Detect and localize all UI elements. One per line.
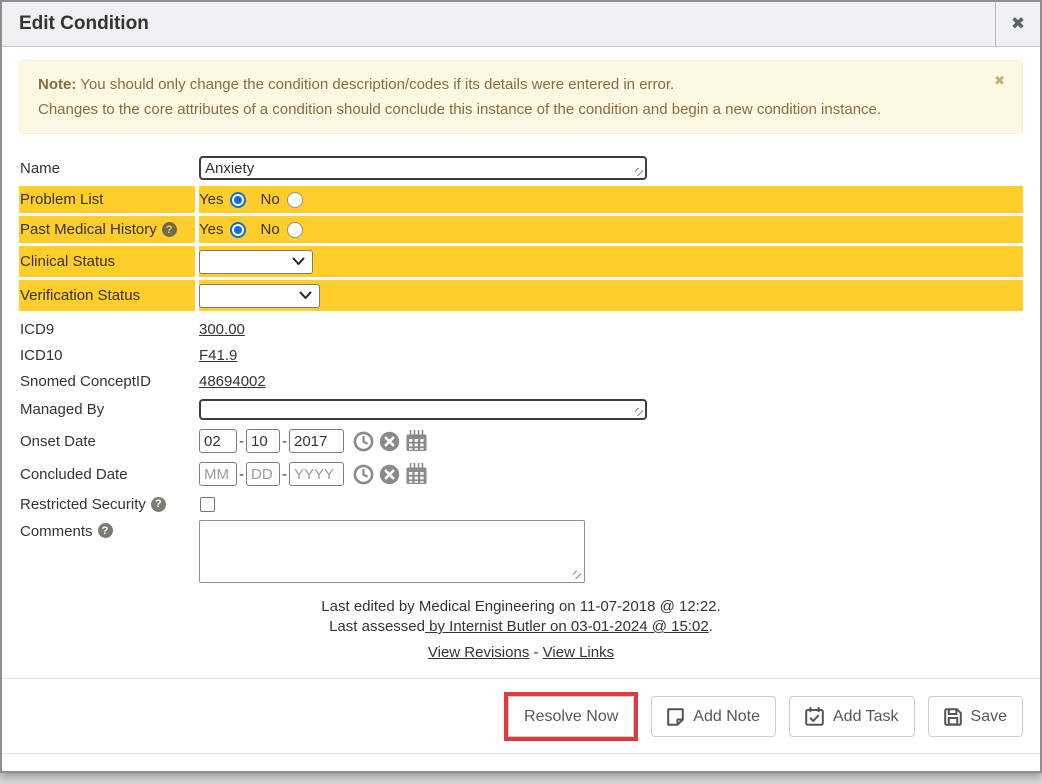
concluded-month-input[interactable]	[199, 462, 237, 486]
last-assessed-link[interactable]: by Internist Butler on 03-01-2024 @ 15:0…	[425, 618, 709, 635]
close-icon: ✖	[1011, 14, 1025, 34]
close-button[interactable]: ✖	[995, 2, 1040, 46]
row-concluded-date: Concluded Date - -	[19, 459, 1023, 489]
managed-by-input[interactable]	[199, 399, 647, 420]
add-task-button[interactable]: Add Task	[789, 696, 915, 737]
problem-list-label: Problem List	[19, 186, 195, 213]
help-icon[interactable]: ?	[151, 497, 166, 512]
resolve-now-label: Resolve Now	[524, 708, 618, 726]
onset-day-input[interactable]	[246, 429, 280, 453]
chevron-down-icon	[299, 291, 312, 300]
snomed-link[interactable]: 48694002	[199, 373, 266, 390]
row-snomed: Snomed ConceptID 48694002	[19, 369, 1023, 394]
pmh-yes-label: Yes	[199, 221, 223, 238]
last-edited-text: Last edited by Medical Engineering on 11…	[19, 597, 1023, 616]
save-button[interactable]: Save	[928, 696, 1023, 737]
add-note-label: Add Note	[693, 708, 760, 726]
clinical-status-label: Clinical Status	[19, 246, 195, 277]
row-clinical-status: Clinical Status	[19, 246, 1023, 277]
icd9-label: ICD9	[19, 317, 195, 342]
icd10-label: ICD10	[19, 343, 195, 368]
note-banner: Note: You should only change the conditi…	[19, 60, 1023, 134]
calendar-icon[interactable]	[405, 463, 428, 485]
comments-label: Comments	[20, 523, 93, 540]
onset-year-input[interactable]	[289, 429, 344, 453]
date-separator: -	[239, 466, 244, 483]
name-input[interactable]	[199, 156, 647, 180]
last-assessed-suffix: .	[709, 618, 713, 635]
snomed-label: Snomed ConceptID	[19, 369, 195, 394]
calendar-icon[interactable]	[405, 430, 428, 452]
name-label: Name	[19, 153, 195, 183]
pmh-no-label: No	[260, 221, 279, 238]
resolve-now-button[interactable]: Resolve Now	[508, 696, 634, 737]
view-links-link[interactable]: View Links	[543, 644, 614, 661]
date-separator: -	[282, 433, 287, 450]
help-icon[interactable]: ?	[98, 523, 113, 538]
pmh-yes-radio[interactable]	[230, 222, 246, 238]
row-verification-status: Verification Status	[19, 280, 1023, 311]
verification-status-select[interactable]	[199, 284, 320, 308]
edit-condition-dialog: Edit Condition ✖ Note: You should only c…	[0, 0, 1042, 773]
concluded-year-input[interactable]	[289, 462, 344, 486]
concluded-day-input[interactable]	[246, 462, 280, 486]
onset-date-label: Onset Date	[19, 426, 195, 456]
clinical-status-select[interactable]	[199, 250, 313, 274]
row-icd9: ICD9 300.00	[19, 317, 1023, 342]
verification-status-label: Verification Status	[19, 280, 195, 311]
row-problem-list: Problem List Yes No	[19, 186, 1023, 213]
icd9-link[interactable]: 300.00	[199, 321, 245, 338]
note-prefix: Note:	[38, 76, 76, 93]
footer-bar: Resolve Now Add Note Add Task Save	[2, 679, 1040, 753]
help-icon[interactable]: ?	[162, 222, 177, 237]
clear-date-icon[interactable]	[379, 431, 400, 452]
problem-list-no-label: No	[260, 191, 279, 208]
row-onset-date: Onset Date - -	[19, 426, 1023, 456]
view-revisions-link[interactable]: View Revisions	[428, 644, 529, 661]
concluded-date-label: Concluded Date	[19, 459, 195, 489]
note-line1-text: You should only change the condition des…	[76, 76, 674, 93]
resolve-now-annotation-highlight: Resolve Now	[504, 692, 638, 741]
note-line1: Note: You should only change the conditi…	[38, 72, 977, 97]
pmh-no-radio[interactable]	[287, 222, 303, 238]
clear-date-icon[interactable]	[379, 464, 400, 485]
row-past-medical-history: Past Medical History ? Yes No	[19, 216, 1023, 243]
date-separator: -	[282, 466, 287, 483]
onset-month-input[interactable]	[199, 429, 237, 453]
row-restricted-security: Restricted Security ?	[19, 492, 1023, 516]
row-comments: Comments ?	[19, 520, 1023, 583]
add-task-label: Add Task	[833, 708, 899, 726]
note-dismiss-icon[interactable]: ✖	[994, 74, 1005, 87]
add-note-button[interactable]: Add Note	[651, 696, 776, 737]
dialog-title: Edit Condition	[2, 2, 995, 46]
restricted-security-label: Restricted Security	[20, 496, 146, 513]
row-managed-by: Managed By	[19, 395, 1023, 423]
clock-icon[interactable]	[353, 464, 374, 485]
icd10-link[interactable]: F41.9	[199, 347, 237, 364]
view-separator: -	[529, 644, 542, 661]
dialog-header: Edit Condition ✖	[2, 2, 1040, 47]
chevron-down-icon	[292, 257, 305, 266]
last-assessed-prefix: Last assessed	[329, 618, 425, 635]
managed-by-label: Managed By	[19, 395, 195, 423]
note-icon	[667, 708, 684, 726]
restricted-security-checkbox[interactable]	[200, 497, 215, 512]
last-assessed-text: Last assessed by Internist Butler on 03-…	[19, 617, 1023, 636]
footer-divider-bottom	[2, 753, 1040, 754]
row-icd10: ICD10 F41.9	[19, 343, 1023, 368]
problem-list-yes-label: Yes	[199, 191, 223, 208]
save-label: Save	[971, 708, 1007, 726]
past-medical-history-label: Past Medical History	[20, 221, 157, 238]
view-links-line: View Revisions - View Links	[19, 643, 1023, 662]
problem-list-yes-radio[interactable]	[230, 192, 246, 208]
row-name: Name	[19, 153, 1023, 183]
task-calendar-icon	[805, 707, 824, 726]
note-line2: Changes to the core attributes of a cond…	[38, 97, 977, 122]
date-separator: -	[239, 433, 244, 450]
save-icon	[944, 708, 962, 726]
clock-icon[interactable]	[353, 431, 374, 452]
status-block: Last edited by Medical Engineering on 11…	[19, 597, 1023, 662]
comments-textarea[interactable]	[199, 520, 585, 583]
problem-list-no-radio[interactable]	[287, 192, 303, 208]
